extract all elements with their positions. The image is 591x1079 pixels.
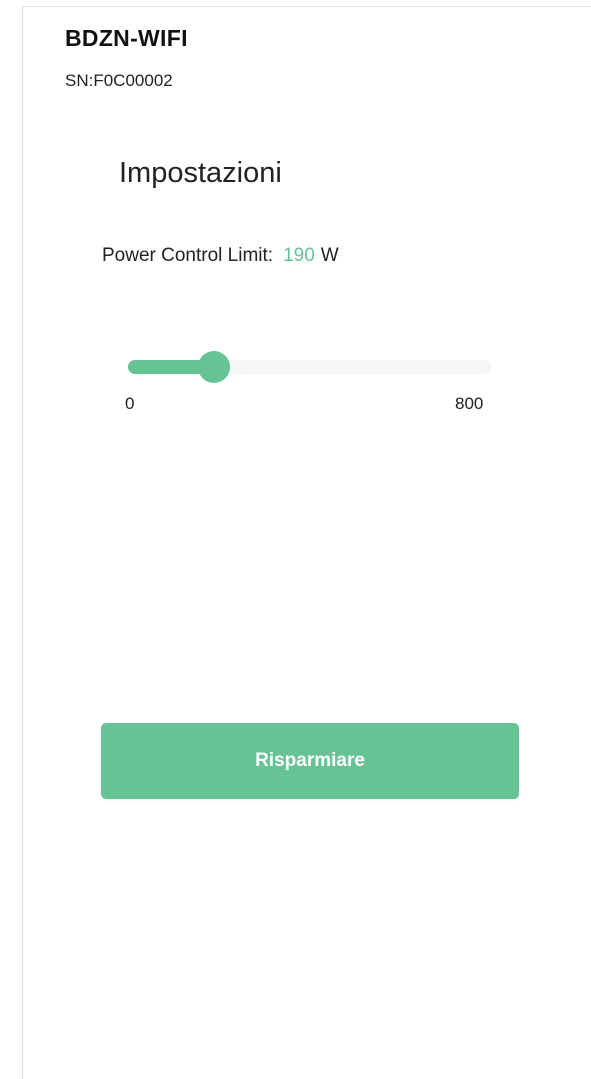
power-limit-slider[interactable] [128, 350, 492, 384]
power-limit-row: Power Control Limit: 190 W [102, 245, 339, 267]
settings-title: Impostazioni [119, 157, 282, 189]
slider-min-label: 0 [125, 394, 135, 413]
power-limit-unit: W [320, 245, 339, 266]
slider-thumb[interactable] [198, 351, 231, 383]
power-limit-label: Power Control Limit: [102, 245, 274, 266]
device-serial-number: SN:F0C00002 [65, 71, 173, 90]
device-name: BDZN-WIFI [65, 25, 188, 51]
save-button[interactable]: Risparmiare [101, 723, 519, 799]
power-limit-value: 190 [283, 245, 315, 266]
app-frame [22, 6, 591, 1079]
slider-max-label: 800 [455, 394, 484, 413]
